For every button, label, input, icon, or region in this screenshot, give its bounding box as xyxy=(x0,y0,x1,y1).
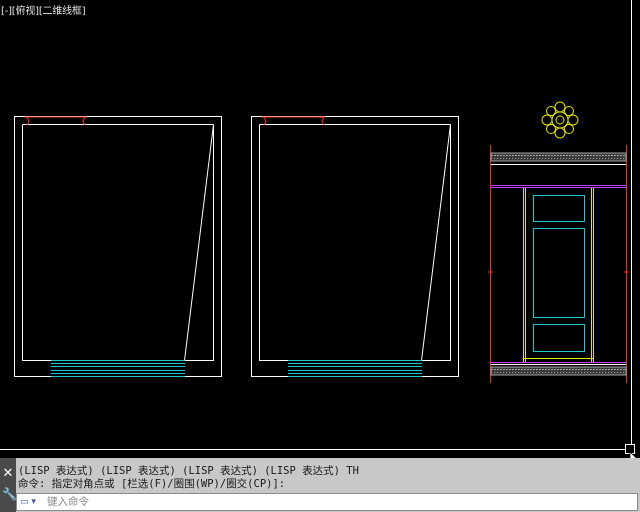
cad-drawing[interactable] xyxy=(0,0,640,455)
model-space-viewport[interactable]: [-][俯视][二维线框] xyxy=(0,0,640,455)
door-panels xyxy=(533,195,585,352)
plan2-window xyxy=(288,360,422,377)
command-history: (LISP 表达式) (LISP 表达式) (LISP 表达式) (LISP 表… xyxy=(18,465,638,491)
plan2-inner-wall xyxy=(259,124,451,361)
floor-plan-2[interactable] xyxy=(251,116,459,377)
viewport-controls-label[interactable]: [-][俯视][二维线框] xyxy=(1,2,86,17)
plan2-outer-wall xyxy=(251,116,459,377)
elevation-edges xyxy=(488,145,629,383)
command-line-panel: ✕ 🔧 (LISP 表达式) (LISP 表达式) (LISP 表达式) (LI… xyxy=(0,458,640,512)
bottom-slab xyxy=(490,366,627,376)
door-elevation[interactable] xyxy=(488,101,629,383)
plan1-outer-wall xyxy=(14,116,222,377)
command-line-sidebar: ✕ 🔧 xyxy=(0,458,17,512)
plan2-markers xyxy=(262,116,326,126)
top-slab xyxy=(490,152,627,162)
plan1-markers xyxy=(25,116,87,126)
ceiling-light-symbol xyxy=(541,101,579,139)
wrench-icon[interactable]: 🔧 xyxy=(2,487,17,501)
history-line: (LISP 表达式) (LISP 表达式) (LISP 表达式) (LISP 表… xyxy=(18,465,359,477)
command-prompt-icon[interactable]: ▭ ▾ xyxy=(20,496,42,508)
floor-plan-1[interactable] xyxy=(14,116,222,377)
command-input[interactable] xyxy=(47,494,627,510)
plan1-window xyxy=(51,360,185,377)
command-input-row[interactable]: ▭ ▾ xyxy=(16,493,638,511)
plan1-inner-wall xyxy=(22,124,214,361)
close-icon[interactable]: ✕ xyxy=(2,467,14,481)
history-line: 命令: 指定对角点或 [栏选(F)/圈围(WP)/圈交(CP)]: xyxy=(18,478,286,490)
